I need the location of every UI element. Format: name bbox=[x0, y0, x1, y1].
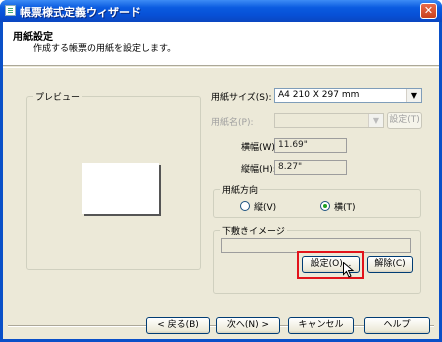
window-title: 帳票様式定義ウィザード bbox=[20, 6, 141, 19]
paper-size-label: 用紙サイズ(S): bbox=[211, 93, 272, 103]
height-field[interactable]: 8.27" bbox=[274, 160, 347, 175]
underlay-label: 下敷きイメージ bbox=[220, 224, 287, 237]
dialog-client: 用紙設定 作成する帳票の用紙を設定します。 プレビュー 用紙サイズ(S): A4… bbox=[3, 22, 439, 339]
close-button[interactable]: ✕ bbox=[420, 3, 437, 19]
mouse-cursor-icon bbox=[343, 262, 354, 278]
chevron-down-icon[interactable]: ▼ bbox=[368, 114, 383, 127]
orientation-label: 用紙方向 bbox=[220, 183, 261, 196]
preview-group: プレビュー bbox=[26, 90, 201, 270]
wizard-header: 用紙設定 作成する帳票の用紙を設定します。 bbox=[3, 22, 439, 66]
width-label: 横幅(W): bbox=[241, 143, 278, 153]
next-button[interactable]: 次へ(N) > bbox=[216, 317, 280, 334]
title-bar[interactable]: 帳票様式定義ウィザード ✕ bbox=[0, 0, 442, 22]
paper-name-settings-button[interactable]: 設定(T) bbox=[387, 112, 422, 129]
height-label: 縦幅(H): bbox=[241, 165, 276, 175]
orientation-portrait-radio[interactable] bbox=[240, 201, 250, 211]
app-icon bbox=[5, 5, 16, 16]
paper-name-label: 用紙名(P): bbox=[211, 118, 254, 128]
page-subtitle: 作成する帳票の用紙を設定します。 bbox=[33, 44, 177, 54]
paper-preview bbox=[82, 163, 159, 214]
preview-label: プレビュー bbox=[33, 90, 83, 103]
orientation-portrait-label[interactable]: 縦(V) bbox=[254, 200, 276, 213]
orientation-group: 用紙方向 縦(V) 横(T) bbox=[213, 183, 421, 218]
orientation-landscape-label[interactable]: 横(T) bbox=[334, 200, 356, 213]
underlay-clear-button[interactable]: 解除(C) bbox=[367, 256, 413, 273]
chevron-down-icon[interactable]: ▼ bbox=[406, 89, 421, 102]
back-button[interactable]: < 戻る(B) bbox=[146, 317, 210, 334]
help-button[interactable]: ヘルプ bbox=[364, 317, 430, 334]
wizard-window: 帳票様式定義ウィザード ✕ 用紙設定 作成する帳票の用紙を設定します。 プレビュ… bbox=[0, 0, 442, 342]
paper-size-value: A4 210 X 297 mm bbox=[278, 90, 360, 100]
width-field[interactable]: 11.69" bbox=[274, 138, 347, 153]
orientation-landscape-radio[interactable] bbox=[320, 201, 330, 211]
header-divider bbox=[3, 67, 439, 68]
paper-name-select[interactable]: ▼ bbox=[274, 113, 384, 128]
cancel-button[interactable]: キャンセル bbox=[288, 317, 354, 334]
paper-size-select[interactable]: A4 210 X 297 mm ▼ bbox=[274, 88, 422, 103]
